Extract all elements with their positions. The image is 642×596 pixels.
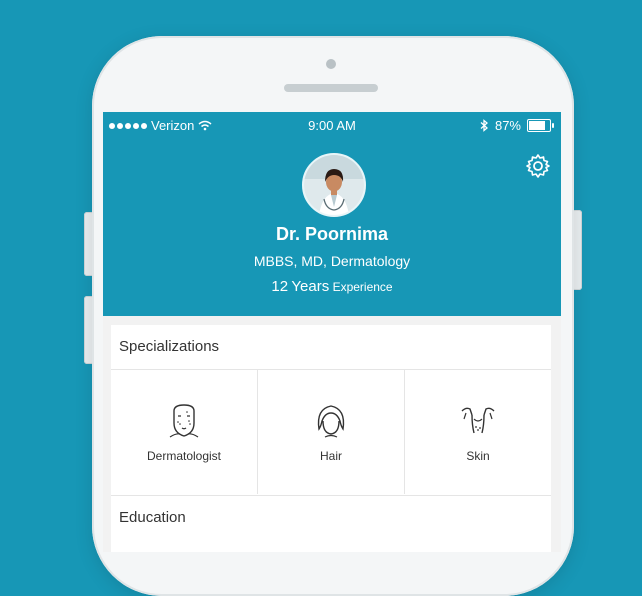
battery-icon	[527, 119, 554, 132]
specialization-label: Dermatologist	[146, 449, 222, 463]
doctor-name: Dr. Poornima	[275, 224, 389, 244]
specializations-grid: Dermatologist Hair Skin	[111, 370, 551, 494]
specialization-skin[interactable]: Skin	[405, 370, 551, 494]
front-camera	[326, 59, 336, 69]
specialization-dermatologist[interactable]: Dermatologist	[111, 370, 258, 494]
earpiece-speaker	[284, 84, 378, 92]
experience-unit: Years	[291, 278, 330, 295]
specialization-label: Hair	[319, 449, 342, 463]
doctor-avatar	[302, 153, 366, 217]
experience-years: 12	[271, 278, 289, 295]
education-card: Education	[111, 495, 551, 552]
gear-icon[interactable]	[525, 153, 551, 179]
profile-header: Dr. Poornima MBBS, MD, Dermatology 12 Ye…	[103, 140, 561, 316]
specializations-card: Specializations Dermatologist Hair Skin	[111, 325, 551, 495]
hair-icon	[317, 405, 345, 438]
status-bar: Verizon 9:00 AM 87%	[103, 112, 561, 140]
app-screen: Verizon 9:00 AM 87% Dr. Poornima MBBS, M…	[103, 112, 561, 552]
face-icon	[169, 404, 199, 438]
bluetooth-icon	[480, 119, 488, 132]
specializations-title: Specializations	[111, 325, 551, 370]
education-title: Education	[119, 509, 186, 526]
body-icon	[461, 407, 495, 434]
battery-percent: 87%	[494, 118, 521, 133]
battery-info: 87%	[480, 118, 554, 133]
experience-line: 12 Years Experience	[103, 278, 561, 295]
doctor-qualifications: MBBS, MD, Dermatology	[253, 253, 411, 269]
experience-label: Experience	[332, 280, 393, 294]
specialization-label: Skin	[466, 449, 490, 463]
specialization-hair[interactable]: Hair	[258, 370, 405, 494]
